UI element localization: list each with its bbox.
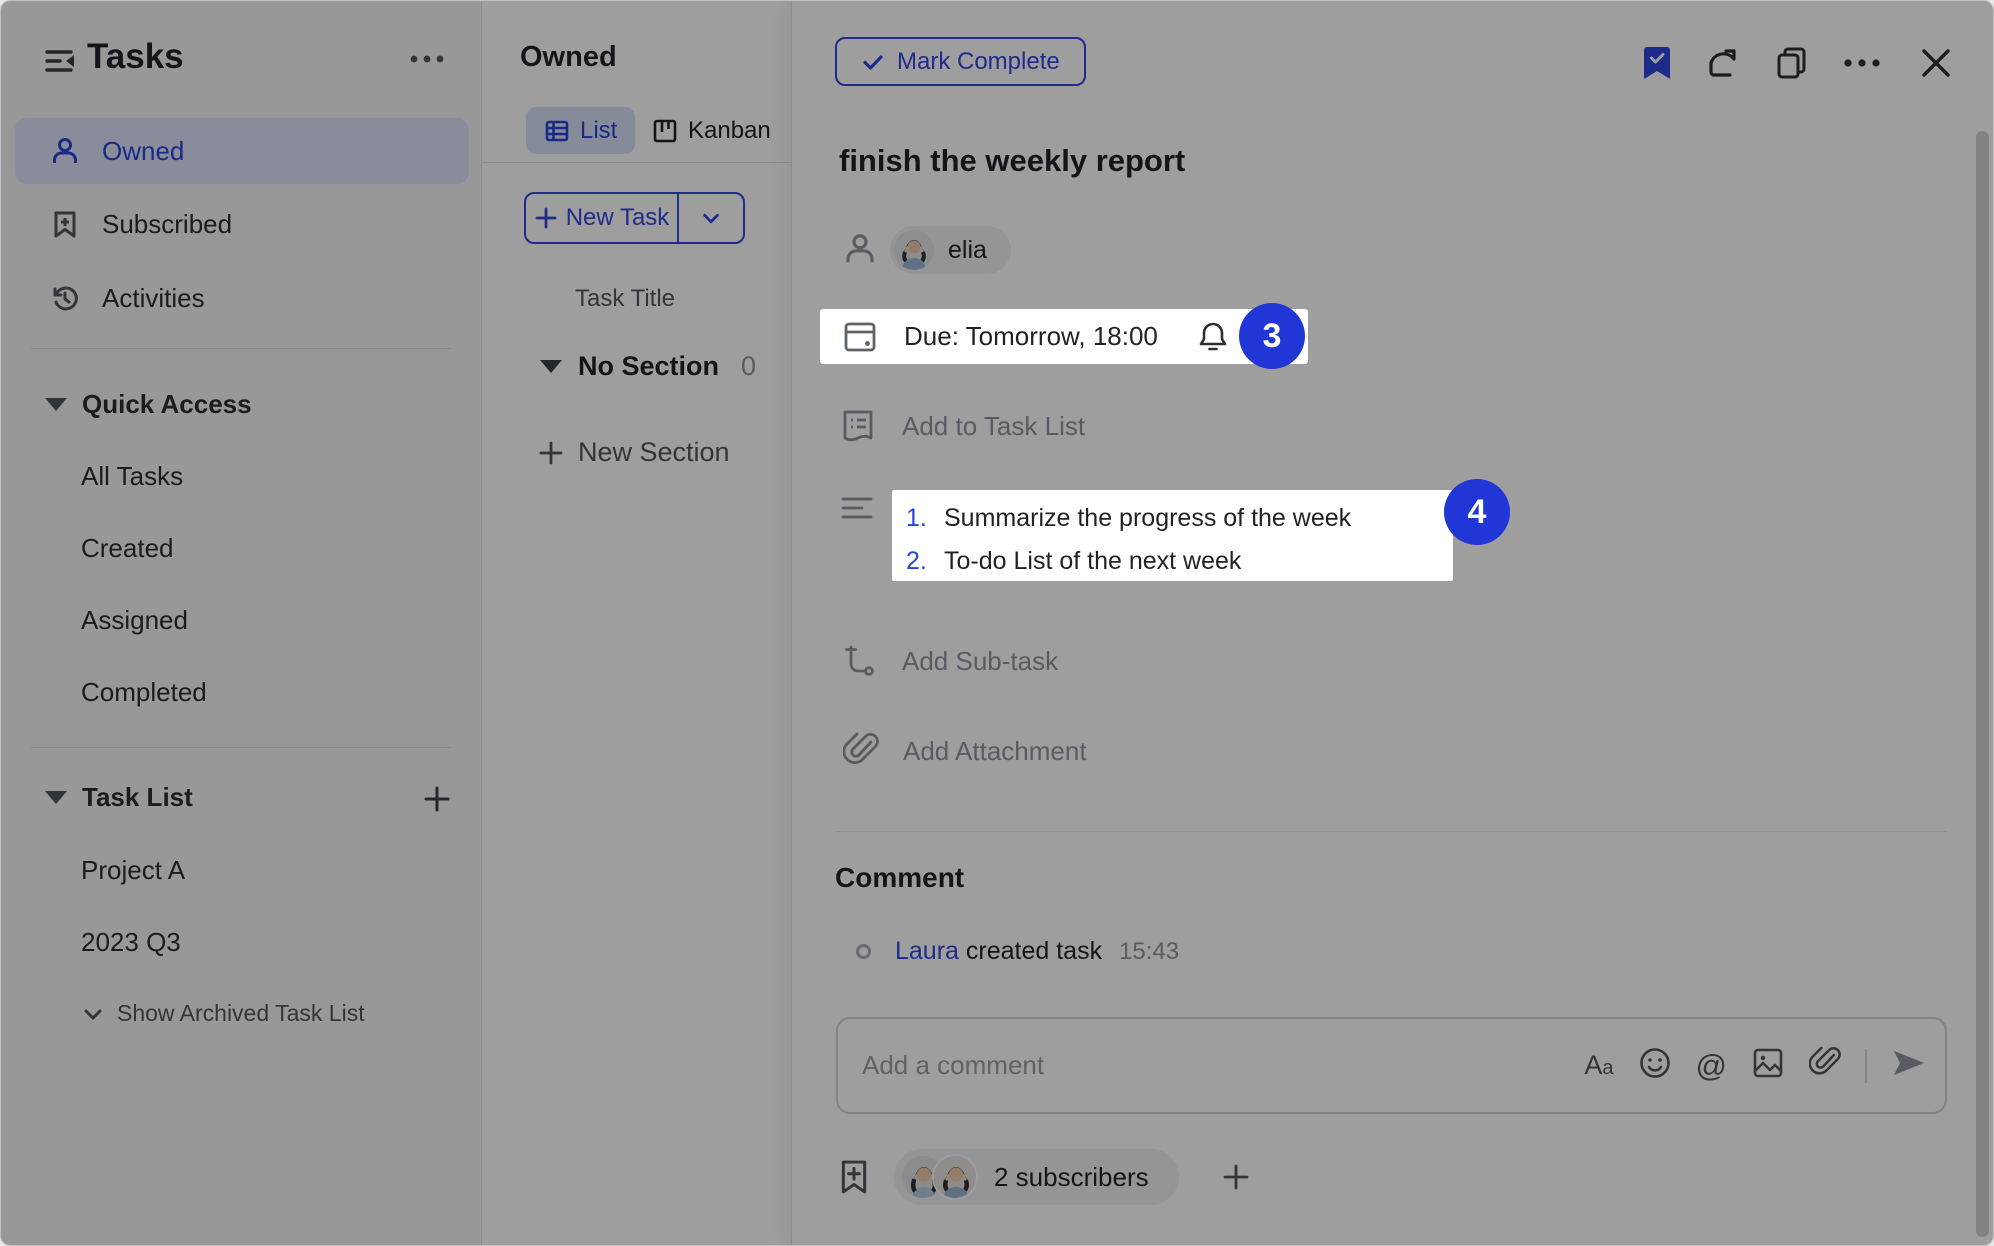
task-title[interactable]: finish the weekly report	[839, 143, 1185, 179]
comment-input-box[interactable]: Aa @	[836, 1017, 1947, 1114]
tab-kanban-view[interactable]: Kanban	[634, 107, 789, 154]
chevron-down-icon	[700, 207, 722, 229]
task-detail-panel: Mark Complete finish the weekly report e…	[791, 1, 1994, 1246]
check-icon	[861, 50, 885, 74]
task-list-header[interactable]: Task List	[45, 782, 193, 813]
quick-access-header[interactable]: Quick Access	[45, 389, 252, 420]
task-list-panel: Owned List Kanban New Task Task Title	[482, 1, 791, 1246]
new-task-button[interactable]: New Task	[524, 192, 745, 244]
due-date-text: Due: Tomorrow, 18:00	[904, 321, 1158, 352]
triangle-down-icon	[540, 360, 562, 373]
assignee-name: elia	[948, 236, 987, 265]
text-format-button[interactable]: Aa	[1584, 1050, 1613, 1081]
share-icon[interactable]	[1700, 43, 1744, 83]
sidebar-item-all-tasks[interactable]: All Tasks	[81, 461, 183, 492]
sidebar-divider	[31, 747, 451, 748]
tabs-divider	[482, 162, 791, 163]
add-attachment-row[interactable]: Add Attachment	[843, 731, 1087, 771]
subscribers-count-label: 2 subscribers	[994, 1162, 1149, 1193]
plus-icon	[538, 440, 564, 466]
new-task-dropdown-button[interactable]	[677, 194, 743, 242]
new-section-button[interactable]: New Section	[538, 437, 730, 468]
emoji-button[interactable]	[1638, 1046, 1672, 1085]
sidebar-item-project-a[interactable]: Project A	[81, 855, 185, 886]
activity-actor-link[interactable]: Laura	[895, 937, 959, 965]
toolbar-divider	[1865, 1049, 1867, 1083]
scrollbar-thumb[interactable]	[1976, 131, 1989, 1237]
history-clock-icon	[50, 283, 80, 313]
sidebar-item-owned[interactable]: Owned	[15, 118, 469, 184]
sidebar-item-activities[interactable]: Activities	[15, 265, 469, 331]
sidebar-item-assigned[interactable]: Assigned	[81, 605, 188, 636]
column-header-task-title: Task Title	[575, 285, 675, 313]
close-icon[interactable]	[1914, 43, 1958, 83]
sidebar-item-label: Subscribed	[102, 209, 232, 240]
comment-section-header: Comment	[835, 862, 964, 894]
subscribers-chip[interactable]: 2 subscribers	[894, 1149, 1179, 1205]
person-icon	[50, 136, 80, 166]
comment-divider	[836, 831, 1947, 832]
due-date-row[interactable]: Due: Tomorrow, 18:00	[820, 309, 1308, 364]
reminder-bell-icon[interactable]	[1198, 321, 1228, 353]
sidebar: Tasks Owned Subscribed	[1, 1, 482, 1246]
add-task-list-button[interactable]	[417, 779, 457, 819]
sidebar-item-label: Owned	[102, 136, 184, 167]
sidebar-item-completed[interactable]: Completed	[81, 677, 207, 708]
activity-action: created task	[966, 937, 1102, 965]
activity-time: 15:43	[1119, 938, 1179, 965]
section-no-section[interactable]: No Section 0	[540, 351, 756, 382]
image-button[interactable]	[1751, 1046, 1785, 1085]
description-line: 1. Summarize the progress of the week	[902, 504, 1351, 533]
task-list-icon	[840, 408, 876, 444]
list-view-icon	[544, 118, 570, 144]
sidebar-more-button[interactable]	[403, 39, 451, 79]
plus-icon	[534, 206, 558, 230]
add-to-task-list-row[interactable]: Add to Task List	[840, 408, 1085, 444]
send-button[interactable]	[1891, 1047, 1927, 1084]
list-panel-title: Owned	[520, 41, 617, 74]
tasks-app-window: Tasks Owned Subscribed	[0, 0, 1994, 1246]
activity-row: Laura created task 15:43	[856, 937, 1179, 966]
add-subscriber-button[interactable]	[1221, 1162, 1251, 1192]
comment-toolbar: Aa @	[1584, 1045, 1927, 1086]
chevron-down-icon	[81, 1002, 105, 1026]
subscribed-bookmark-button[interactable]	[1635, 43, 1679, 83]
mark-complete-button[interactable]: Mark Complete	[835, 37, 1086, 86]
subtask-icon	[844, 644, 876, 678]
tour-step-badge-4: 4	[1444, 479, 1510, 545]
description-line: 2. To-do List of the next week	[902, 547, 1241, 576]
description-editor[interactable]: 1. Summarize the progress of the week 2.…	[892, 490, 1453, 581]
sidebar-item-label: Activities	[102, 283, 205, 314]
activity-bullet-icon	[856, 944, 871, 959]
tour-step-badge-3: 3	[1239, 303, 1305, 369]
sidebar-divider	[31, 348, 451, 349]
avatar-elia	[894, 230, 934, 270]
calendar-icon	[842, 319, 878, 355]
paperclip-icon	[843, 731, 879, 771]
show-archived-toggle[interactable]: Show Archived Task List	[81, 1000, 365, 1027]
more-icon[interactable]	[1840, 43, 1884, 83]
bookmark-plus-icon	[50, 209, 80, 239]
new-task-main[interactable]: New Task	[526, 194, 677, 242]
sidebar-item-subscribed[interactable]: Subscribed	[15, 191, 469, 257]
description-icon	[840, 493, 874, 523]
attach-file-button[interactable]	[1809, 1045, 1841, 1086]
assignee-chip[interactable]: elia	[890, 226, 1011, 274]
triangle-down-icon	[45, 398, 67, 411]
subscribers-row: 2 subscribers	[838, 1149, 1251, 1205]
app-title: Tasks	[87, 37, 184, 77]
kanban-icon	[652, 118, 678, 144]
copy-icon[interactable]	[1770, 43, 1814, 83]
mention-button[interactable]: @	[1696, 1048, 1727, 1084]
add-subtask-row[interactable]: Add Sub-task	[844, 644, 1058, 678]
subscriber-bookmark-icon	[838, 1158, 870, 1196]
triangle-down-icon	[45, 791, 67, 804]
sidebar-item-2023-q3[interactable]: 2023 Q3	[81, 927, 181, 958]
comment-input[interactable]	[862, 1050, 1525, 1081]
tab-list-view[interactable]: List	[526, 107, 635, 154]
collapse-sidebar-icon[interactable]	[41, 43, 77, 84]
subscriber-avatar-2	[932, 1154, 978, 1200]
sidebar-item-created[interactable]: Created	[81, 533, 174, 564]
assignee-person-icon	[842, 231, 878, 267]
